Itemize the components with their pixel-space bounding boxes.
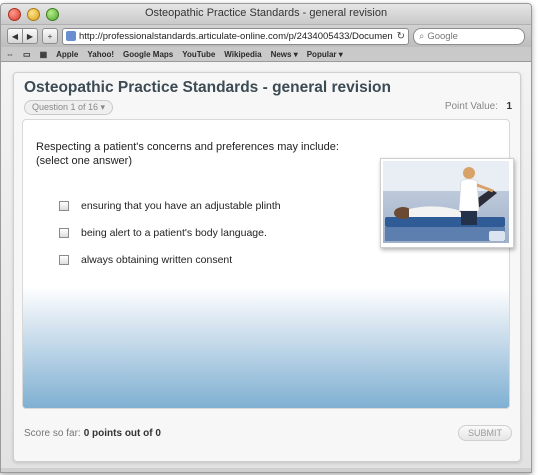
score-value: 0 points out of 0	[83, 428, 161, 439]
question-panel: Respecting a patient's concerns and pref…	[22, 119, 514, 409]
url-text: http://professionalstandards.articulate-…	[79, 30, 393, 42]
patient-treatment-image	[383, 161, 509, 243]
answer-label: always obtaining written consent	[81, 253, 233, 266]
search-placeholder: Google	[427, 30, 458, 42]
answer-option[interactable]: ensuring that you have an adjustable pli…	[59, 192, 281, 219]
title-bar: Osteopathic Practice Standards - general…	[1, 4, 531, 25]
browser-toolbar: ◀ ▶ + http://professionalstandards.artic…	[1, 25, 531, 47]
point-value-label: Point Value:	[444, 101, 498, 112]
score-display: Score so far: 0 points out of 0	[24, 428, 161, 439]
search-field[interactable]: ⌕ Google	[413, 27, 525, 45]
bookmark-popular[interactable]: Popular ▾	[307, 50, 343, 59]
favicon-icon	[66, 31, 76, 41]
reload-icon[interactable]: ↻	[397, 31, 405, 42]
answer-checkbox[interactable]	[59, 200, 69, 211]
score-label: Score so far:	[24, 428, 81, 439]
answer-option[interactable]: being alert to a patient's body language…	[59, 219, 281, 246]
bookmark-apple[interactable]: Apple	[56, 50, 78, 59]
bookmark-news[interactable]: News ▾	[271, 50, 298, 59]
question-selector[interactable]: Question 1 of 16 ▾	[24, 100, 114, 115]
window-title: Osteopathic Practice Standards - general…	[144, 7, 388, 19]
answer-label: ensuring that you have an adjustable pli…	[81, 199, 281, 212]
answer-checkbox[interactable]	[59, 254, 69, 265]
add-bookmark-button[interactable]: +	[42, 28, 58, 44]
quiz-title: Osteopathic Practice Standards - general…	[24, 79, 391, 96]
bookmarks-bar: ⇔ ▭ ▦ Apple Yahoo! Google Maps YouTube W…	[1, 47, 531, 62]
status-strip	[1, 468, 531, 472]
page-content: Osteopathic Practice Standards - general…	[1, 62, 531, 472]
answer-option[interactable]: always obtaining written consent	[59, 246, 281, 273]
quiz-card: Osteopathic Practice Standards - general…	[13, 72, 521, 462]
bookmark-wikipedia[interactable]: Wikipedia	[224, 50, 261, 59]
bookmark-yahoo[interactable]: Yahoo!	[87, 50, 114, 59]
reader-icon[interactable]: ⇔	[6, 50, 14, 59]
nav-buttons: ◀ ▶	[7, 28, 38, 44]
book-icon[interactable]: ▭	[23, 50, 31, 59]
question-text: Respecting a patient's concerns and pref…	[36, 141, 339, 167]
forward-button[interactable]: ▶	[23, 28, 38, 44]
point-value: 1	[506, 101, 512, 112]
back-button[interactable]: ◀	[7, 28, 23, 44]
grid-icon[interactable]: ▦	[40, 50, 48, 59]
submit-button[interactable]: SUBMIT	[457, 425, 512, 441]
answer-checkbox[interactable]	[59, 227, 69, 238]
bookmark-youtube[interactable]: YouTube	[182, 50, 215, 59]
answer-list: ensuring that you have an adjustable pli…	[59, 192, 281, 273]
search-icon: ⌕	[419, 30, 425, 42]
question-photo	[380, 158, 514, 248]
bookmark-google-maps[interactable]: Google Maps	[123, 50, 173, 59]
address-bar[interactable]: http://professionalstandards.articulate-…	[62, 27, 409, 45]
browser-window: Osteopathic Practice Standards - general…	[0, 3, 532, 473]
answer-label: being alert to a patient's body language…	[81, 226, 267, 239]
